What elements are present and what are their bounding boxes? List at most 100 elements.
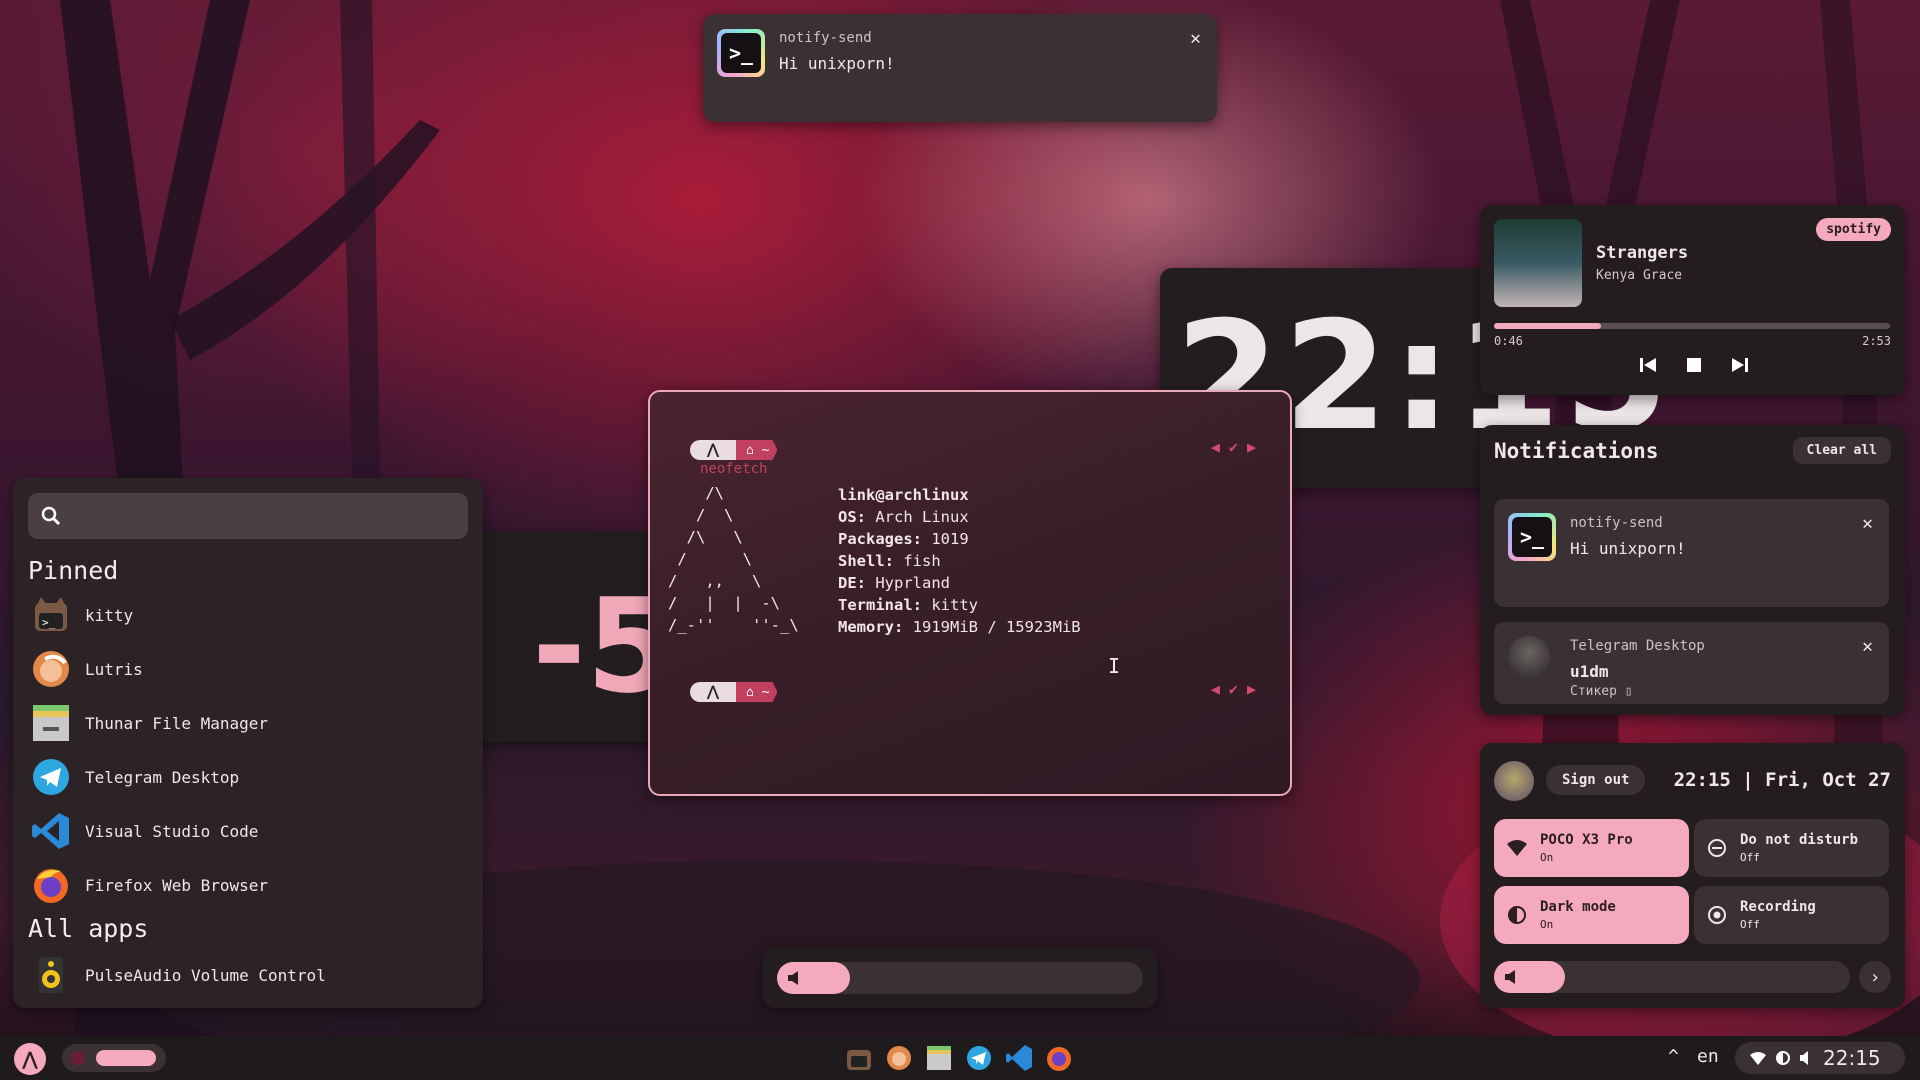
- workspace-dot[interactable]: [71, 1051, 85, 1065]
- dark-mode-icon: [1776, 1051, 1790, 1065]
- prompt-line: ⋀ ⌂ ~: [690, 682, 778, 702]
- previous-icon[interactable]: [1638, 355, 1658, 375]
- folder-icon: [31, 703, 71, 743]
- system-tray[interactable]: 22:15: [1735, 1042, 1905, 1074]
- recording-toggle[interactable]: Recording Off: [1694, 886, 1889, 944]
- app-item-firefox[interactable]: Firefox Web Browser: [31, 862, 268, 908]
- next-icon[interactable]: [1730, 355, 1750, 375]
- toast-app: notify-send: [779, 30, 872, 46]
- prompt-line: ⋀ ⌂ ~: [690, 440, 778, 460]
- app-item-kitty[interactable]: >_ kitty: [31, 592, 133, 638]
- osd-volume-bar[interactable]: [777, 962, 1143, 994]
- firefox-icon[interactable]: [1045, 1044, 1073, 1072]
- record-icon: [1708, 906, 1726, 924]
- app-label: PulseAudio Volume Control: [85, 965, 326, 985]
- quick-settings: Sign out 22:15 | Fri, Oct 27 POCO X3 Pro…: [1480, 743, 1905, 1008]
- track-artist: Kenya Grace: [1596, 268, 1683, 283]
- vscode-icon: [31, 811, 71, 851]
- command-text: neofetch: [700, 461, 768, 477]
- wifi-toggle[interactable]: POCO X3 Pro On: [1494, 819, 1689, 877]
- tray-clock: 22:15: [1823, 1046, 1881, 1070]
- arch-icon: ⋀: [690, 682, 736, 702]
- quick-datetime: 22:15 | Fri, Oct 27: [1673, 769, 1891, 791]
- app-item-vscode[interactable]: Visual Studio Code: [31, 808, 258, 854]
- app-label: Visual Studio Code: [85, 821, 259, 841]
- progress-fill: [1494, 323, 1601, 329]
- wifi-icon: [1750, 1052, 1766, 1065]
- do-not-disturb-icon: [1708, 839, 1726, 857]
- system-info: link@archlinux OS: Arch Linux Packages: …: [838, 486, 1081, 636]
- toast-body: Hi unixporn!: [779, 54, 895, 73]
- wifi-icon: [1507, 840, 1527, 856]
- telegram-icon[interactable]: [965, 1044, 993, 1072]
- terminal-icon: >_: [1508, 513, 1556, 561]
- arch-icon: ⋀: [690, 440, 736, 460]
- app-label: Lutris: [85, 659, 143, 679]
- lutris-icon: [31, 649, 71, 689]
- all-apps-heading: All apps: [28, 914, 149, 943]
- app-item-pavucontrol[interactable]: PulseAudio Volume Control: [31, 952, 326, 998]
- status-check-icon: ◀ ✔ ▶: [1210, 438, 1256, 456]
- volume-icon: [1505, 970, 1515, 984]
- lutris-icon[interactable]: [885, 1044, 913, 1072]
- app-label: kitty: [85, 605, 134, 625]
- search-input[interactable]: [28, 493, 468, 539]
- progress-bar[interactable]: [1494, 323, 1890, 329]
- arch-menu-icon[interactable]: ⋀: [14, 1043, 46, 1075]
- album-art: [1494, 219, 1582, 307]
- kitty-icon[interactable]: [845, 1044, 873, 1072]
- user-avatar: [1494, 761, 1534, 801]
- media-player: Strangers Kenya Grace spotify 0:46 2:53: [1480, 205, 1905, 395]
- do-not-disturb-toggle[interactable]: Do not disturb Off: [1694, 819, 1889, 877]
- keyboard-layout[interactable]: en: [1697, 1046, 1719, 1067]
- pinned-heading: Pinned: [28, 556, 119, 585]
- workspace-indicator[interactable]: [62, 1044, 166, 1072]
- app-launcher: Pinned >_ kitty Lutris Thunar File Manag…: [13, 478, 483, 1008]
- app-label: Firefox Web Browser: [85, 875, 269, 895]
- prompt-dir: ⌂ ~: [736, 440, 778, 460]
- notification-title: Hi unixporn!: [1570, 539, 1686, 558]
- notification-body: Стикер ▯: [1570, 684, 1633, 699]
- close-icon[interactable]: ✕: [1862, 636, 1873, 657]
- notification-card[interactable]: Telegram Desktop u1dm Стикер ▯ ✕: [1494, 622, 1889, 704]
- notification-app: notify-send: [1570, 515, 1663, 531]
- app-item-lutris[interactable]: Lutris: [31, 646, 143, 692]
- track-title: Strangers: [1596, 243, 1689, 263]
- osd-volume-fill: [777, 962, 851, 994]
- close-icon[interactable]: ✕: [1862, 513, 1873, 534]
- volume-slider[interactable]: [1494, 961, 1850, 993]
- chevron-up-icon[interactable]: ^: [1668, 1046, 1679, 1067]
- kitty-icon: >_: [31, 595, 71, 635]
- terminal-window[interactable]: ⋀ ⌂ ~ ◀ ✔ ▶ neofetch /\ / \ /\ \ / \ / ,…: [648, 390, 1292, 796]
- notification-card[interactable]: >_ notify-send Hi unixporn! ✕: [1494, 499, 1889, 607]
- ascii-logo: /\ / \ /\ \ / \ / ,, \ / | | -\ /_-'' ''…: [668, 484, 799, 634]
- source-badge: spotify: [1816, 218, 1891, 241]
- chevron-right-icon[interactable]: ›: [1859, 961, 1891, 993]
- vscode-icon[interactable]: [1005, 1044, 1033, 1072]
- volume-osd: [763, 948, 1157, 1008]
- notification-center: Notifications Clear all >_ notify-send H…: [1480, 425, 1905, 715]
- dark-mode-icon: [1508, 906, 1526, 924]
- app-item-thunar[interactable]: Thunar File Manager: [31, 700, 268, 746]
- toast-notification[interactable]: >_ notify-send Hi unixporn! ✕: [703, 14, 1217, 122]
- app-item-telegram[interactable]: Telegram Desktop: [31, 754, 239, 800]
- stop-icon[interactable]: [1684, 355, 1704, 375]
- prompt-dir: ⌂ ~: [736, 682, 778, 702]
- folder-icon[interactable]: [925, 1044, 953, 1072]
- notification-title: u1dm: [1570, 662, 1609, 681]
- dark-mode-toggle[interactable]: Dark mode On: [1494, 886, 1689, 944]
- firefox-icon: [31, 865, 71, 905]
- clear-all-button[interactable]: Clear all: [1792, 437, 1891, 464]
- volume-fill: [1494, 961, 1566, 993]
- workspace-active[interactable]: [96, 1050, 156, 1066]
- volume-icon: [788, 971, 798, 985]
- search-icon: [41, 506, 61, 526]
- sign-out-button[interactable]: Sign out: [1546, 765, 1646, 795]
- terminal-icon: >_: [717, 29, 765, 77]
- svg-text:>_: >_: [42, 616, 56, 629]
- elapsed-time: 0:46: [1494, 334, 1523, 348]
- duration-time: 2:53: [1862, 334, 1891, 348]
- close-icon[interactable]: ✕: [1190, 28, 1201, 49]
- app-label: Telegram Desktop: [85, 767, 240, 787]
- notifications-title: Notifications: [1494, 439, 1659, 463]
